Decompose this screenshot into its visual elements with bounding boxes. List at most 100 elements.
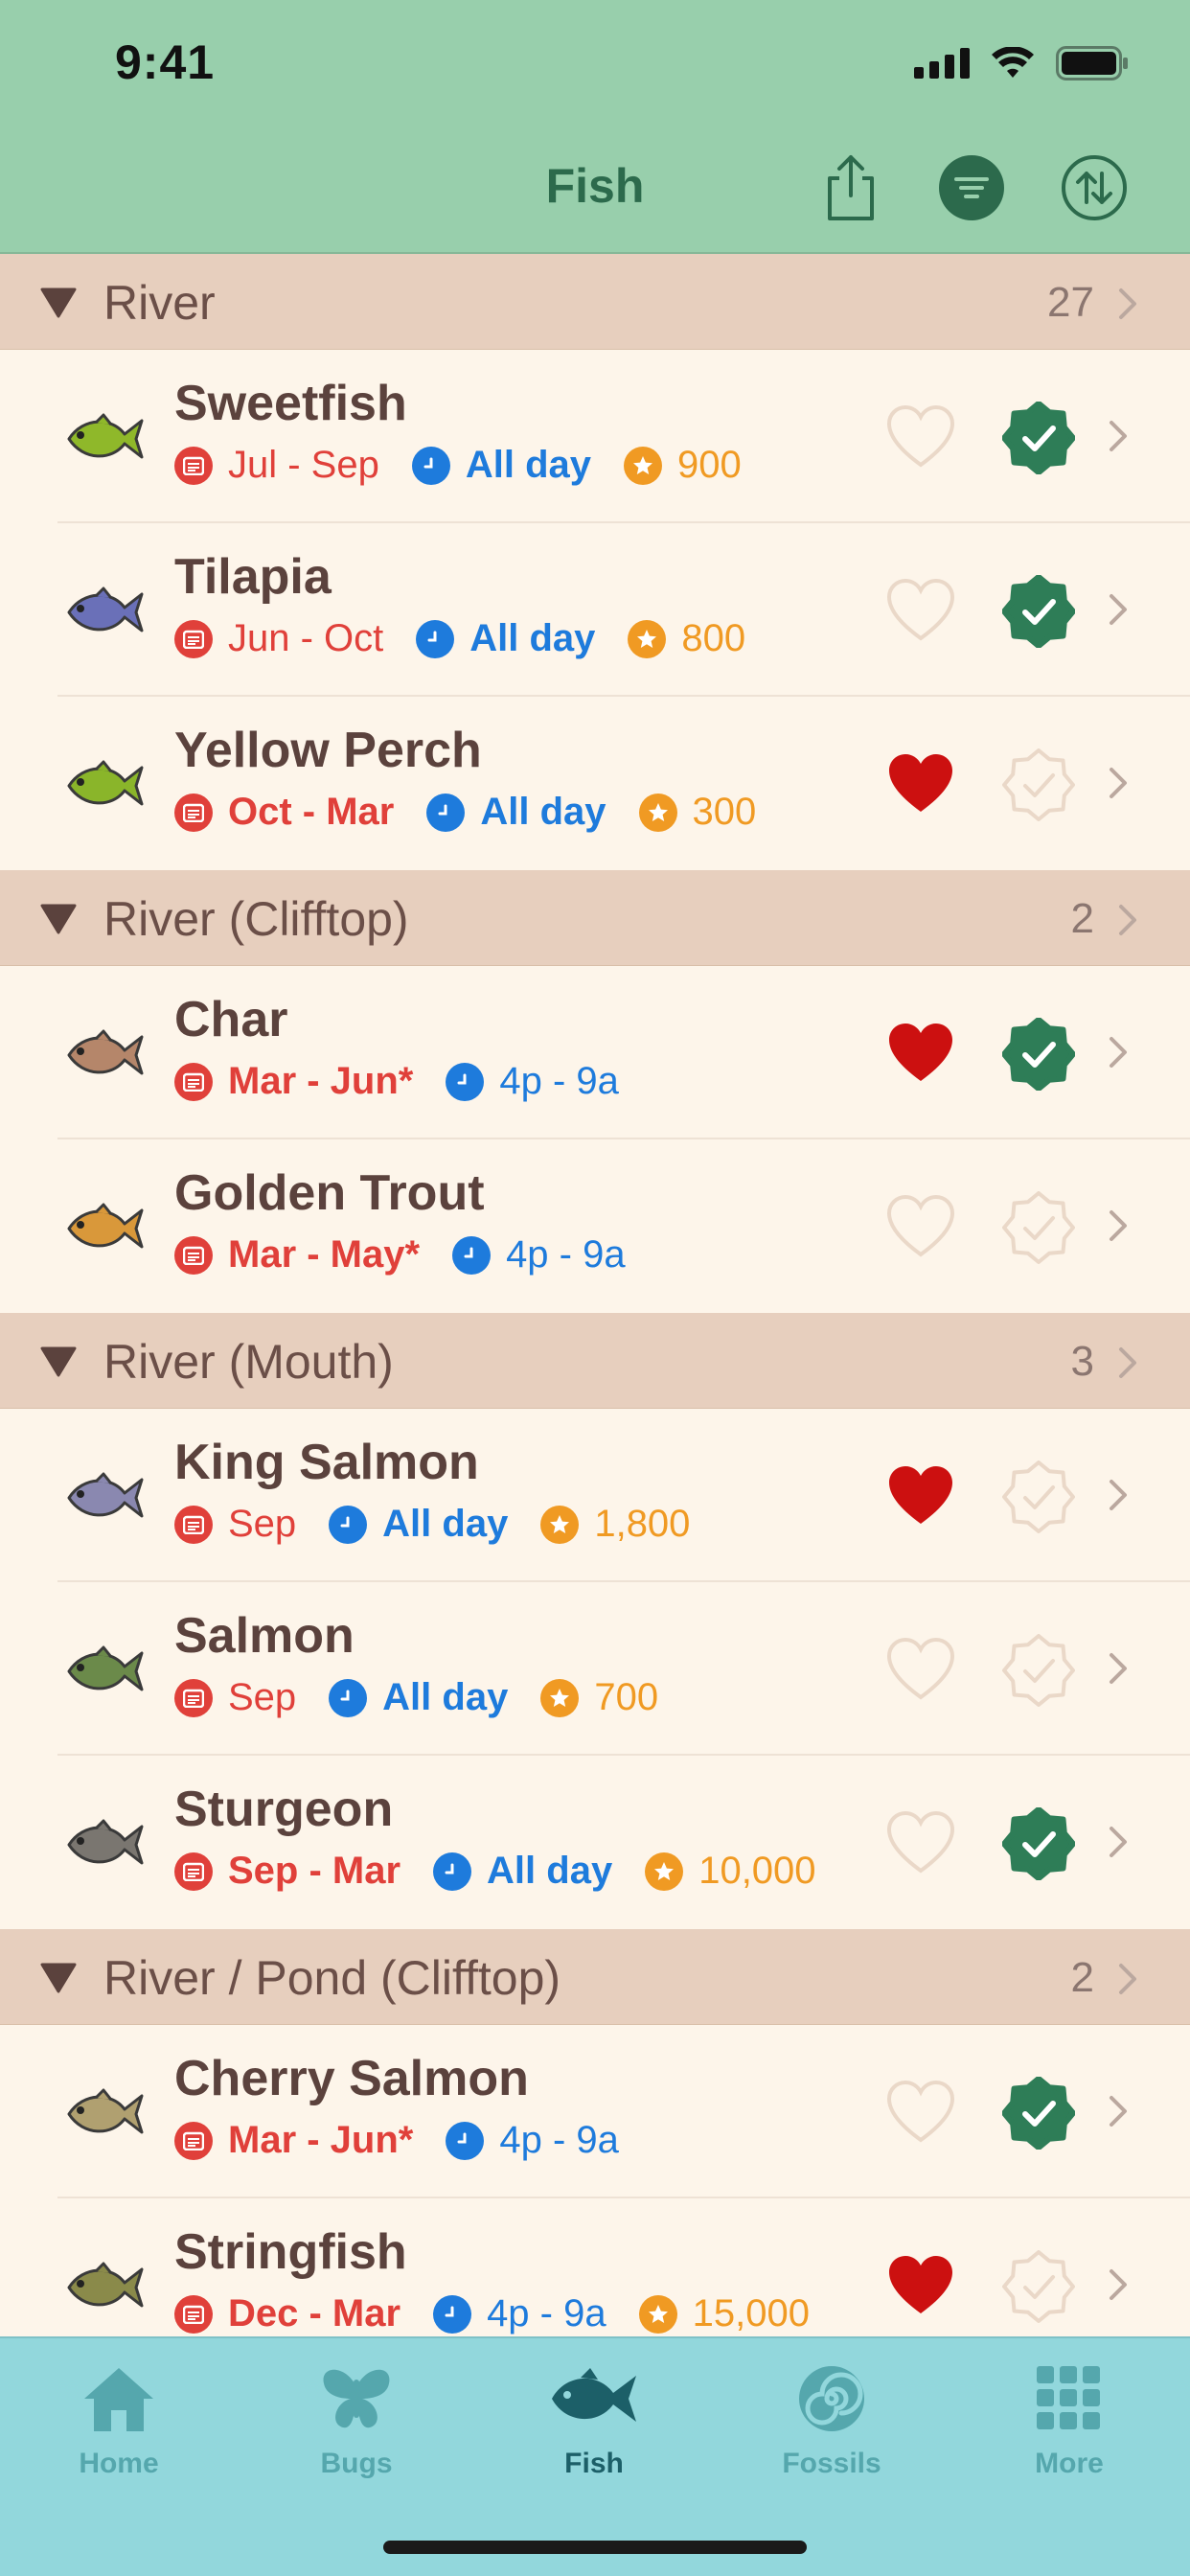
caught-check-icon-filled[interactable] [1001,401,1076,475]
status-icons [914,46,1129,80]
row-chevron-icon [1110,2269,1127,2300]
fish-name: Sturgeon [174,1782,394,1837]
fish-months: Oct - Mar [228,791,395,833]
share-icon [828,155,874,220]
page-title: Fish [545,159,645,213]
caught-check-icon-filled[interactable] [1001,1017,1076,1092]
section-title: River [103,276,216,330]
calendar-icon [174,2294,213,2334]
row-chevron-icon [1110,1037,1127,1068]
fish-months: Sep [228,1676,297,1718]
fish-months: Sep - Mar [228,1850,401,1892]
caught-check-icon[interactable] [1002,1191,1075,1264]
fish-icon [59,405,146,472]
clock-icon [433,2294,472,2334]
tab-fish[interactable]: Fish [498,2356,690,2480]
row-chevron-icon [1110,1827,1127,1857]
tab-home[interactable]: Home [23,2356,215,2480]
fish-price: 300 [692,791,757,833]
tab-fossils[interactable]: Fossils [736,2356,927,2480]
fish-icon [59,1464,146,1531]
filter-button[interactable] [937,153,1006,222]
favorite-heart-icon[interactable] [885,403,956,471]
calendar-icon [174,793,213,832]
fish-hours: 4p - 9a [499,1060,619,1102]
favorite-heart-icon[interactable] [885,1636,956,1703]
section-count: 3 [1070,1338,1094,1385]
sort-button[interactable] [1060,153,1129,222]
tab-more[interactable]: More [973,2356,1165,2480]
favorite-heart-icon-filled[interactable] [885,750,956,817]
tab-label: Fish [564,2448,624,2479]
fish-row[interactable]: Tilapia Jun - Oct All day 800 [0,523,1190,697]
section-header[interactable]: River / Pond (Clifftop) 2 [0,1929,1190,2025]
section-count: 2 [1070,1954,1094,2001]
row-chevron-icon [1110,1480,1127,1510]
share-button[interactable] [816,153,885,222]
section-header[interactable]: River (Mouth) 3 [0,1313,1190,1409]
bells-icon [638,793,677,832]
fish-icon [498,2356,690,2442]
battery-icon [1056,46,1128,80]
fish-icon [59,579,146,646]
section-header[interactable]: River 27 [0,254,1190,350]
caught-check-icon-filled[interactable] [1001,1806,1076,1881]
fish-icon [59,752,146,819]
calendar-icon [174,619,213,658]
fish-price: 800 [681,617,746,659]
caught-check-icon[interactable] [1002,748,1075,821]
bells-icon [628,619,667,658]
fish-hours: All day [382,1503,509,1545]
fish-hours: 4p - 9a [499,2119,619,2161]
butterfly-icon [261,2356,452,2442]
caught-check-icon[interactable] [1002,2250,1075,2323]
fish-months: Dec - Mar [228,2292,401,2334]
fish-row[interactable]: Golden Trout Mar - May* 4p - 9a [0,1139,1190,1313]
tab-bugs[interactable]: Bugs [261,2356,452,2480]
wifi-icon [992,47,1034,78]
calendar-icon [174,446,213,485]
caught-check-icon-filled[interactable] [1001,2076,1076,2150]
row-chevron-icon [1110,1653,1127,1684]
fish-row[interactable]: King Salmon Sep All day 1,800 [0,1409,1190,1582]
caught-check-icon-filled[interactable] [1001,574,1076,649]
fish-row[interactable]: Sturgeon Sep - Mar All day 10,000 [0,1756,1190,1929]
fish-name: Salmon [174,1608,355,1664]
favorite-heart-icon[interactable] [885,2079,956,2146]
fish-hours: 4p - 9a [487,2292,606,2334]
home-indicator[interactable] [383,2541,807,2554]
fish-row[interactable]: Salmon Sep All day 700 [0,1582,1190,1756]
favorite-heart-icon[interactable] [885,1809,956,1876]
section-header[interactable]: River (Clifftop) 2 [0,870,1190,966]
fish-name: Golden Trout [174,1165,485,1221]
bells-icon [638,2294,677,2334]
row-chevron-icon [1110,2096,1127,2127]
home-icon [23,2356,215,2442]
fish-hours: All day [382,1676,509,1718]
fish-row[interactable]: Cherry Salmon Mar - Jun* 4p - 9a [0,2025,1190,2198]
section-title: River / Pond (Clifftop) [103,1951,561,2005]
fish-row[interactable]: Char Mar - Jun* 4p - 9a [0,966,1190,1139]
calendar-icon [174,1235,213,1275]
favorite-heart-icon[interactable] [885,1193,956,1260]
clock-icon [329,1678,368,1717]
fish-months: Jun - Oct [228,617,384,659]
fish-icon [59,1811,146,1878]
fish-row[interactable]: Stringfish Dec - Mar 4p - 9a 15,000 [0,2198,1190,2336]
favorite-heart-icon-filled[interactable] [885,1020,956,1087]
favorite-heart-icon-filled[interactable] [885,1462,956,1530]
favorite-heart-icon-filled[interactable] [885,2252,956,2319]
row-chevron-icon [1110,594,1127,625]
fish-row[interactable]: Yellow Perch Oct - Mar All day 300 [0,697,1190,870]
favorite-heart-icon[interactable] [885,577,956,644]
fish-details: Jun - Oct All day 800 [174,617,745,660]
calendar-icon [174,1852,213,1891]
tab-label: More [1035,2448,1104,2479]
caught-check-icon[interactable] [1002,1460,1075,1533]
fish-price: 10,000 [698,1850,816,1892]
section-count: 27 [1047,279,1094,326]
fish-list[interactable]: River 27 Sweetfish Jul - Sep All day 900 Tilap… [0,254,1190,2336]
caught-check-icon[interactable] [1002,1634,1075,1707]
fish-row[interactable]: Sweetfish Jul - Sep All day 900 [0,350,1190,523]
calendar-icon [174,1505,213,1544]
